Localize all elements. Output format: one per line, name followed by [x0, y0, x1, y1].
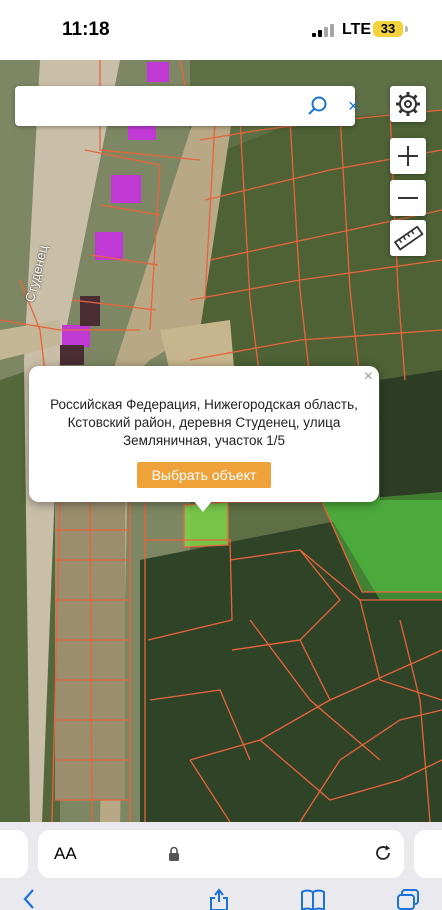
lock-icon [169, 846, 179, 861]
status-time: 11:18 [62, 19, 110, 40]
browser-nav [0, 886, 442, 910]
bookmarks-icon[interactable] [300, 888, 326, 910]
address-line: Российская Федерация, Нижегородская обла… [50, 397, 358, 412]
address-bar[interactable]: AA [38, 830, 404, 878]
settings-button[interactable] [390, 86, 426, 122]
zoom-out-icon [398, 197, 418, 199]
zoom-out-button[interactable] [390, 180, 426, 216]
search-input[interactable] [25, 94, 299, 120]
select-object-button[interactable]: Выбрать объект [137, 462, 271, 488]
search-box: × [15, 86, 359, 126]
tabs-icon[interactable] [396, 888, 420, 910]
zoom-in-icon [398, 146, 418, 166]
address-line: Земляничная, участок 1/5 [123, 433, 285, 448]
parcel-popup: × Российская Федерация, Нижегородская об… [29, 366, 379, 502]
back-icon[interactable] [22, 888, 36, 910]
zoom-in-button[interactable] [390, 138, 426, 174]
next-tab-preview[interactable] [414, 830, 442, 878]
clear-search-icon[interactable]: × [348, 94, 364, 118]
network-type: LTE [342, 21, 372, 38]
reload-icon[interactable] [372, 842, 394, 864]
share-icon[interactable] [207, 888, 231, 910]
text-size-button[interactable]: AA [54, 844, 77, 864]
battery-icon [405, 26, 408, 32]
battery-level: 33 [373, 21, 403, 37]
measure-button[interactable] [390, 220, 426, 256]
previous-tab-preview[interactable] [0, 830, 28, 878]
close-popup-button[interactable]: × [364, 368, 373, 386]
address-line: Кстовский район, деревня Студенец, улица [67, 415, 341, 430]
ruler-icon [393, 225, 424, 251]
browser-toolbar: AA [0, 822, 442, 910]
signal-icon [312, 24, 338, 37]
parcel-address: Российская Федерация, Нижегородская обла… [49, 396, 359, 450]
gear-icon [396, 92, 420, 116]
status-bar: 11:18 LTE 33 [0, 0, 442, 60]
popup-pointer [193, 500, 213, 512]
search-icon[interactable] [307, 95, 329, 117]
